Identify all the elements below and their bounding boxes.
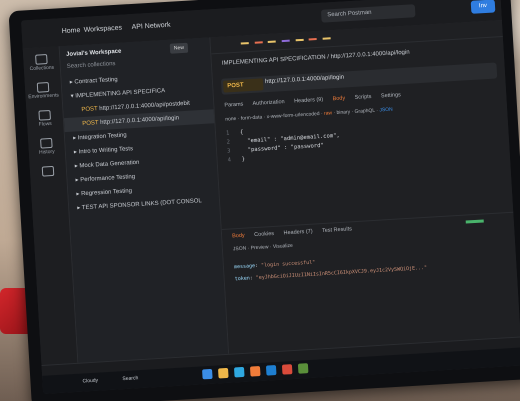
grid-icon <box>41 165 55 177</box>
tab-marker <box>308 38 318 41</box>
request-tabs: Params Authorization Headers (9) Body Sc… <box>224 92 409 109</box>
new-button[interactable]: New <box>169 42 189 54</box>
resp-tab-body[interactable]: Body <box>232 233 245 240</box>
windows-start-icon[interactable] <box>202 368 213 380</box>
breadcrumb: IMPLEMENTING API SPECIFICATION / http://… <box>221 49 410 67</box>
url-bar: POST http://127.0.0.1:4000/api/login <box>220 62 498 95</box>
tab-marker <box>240 42 249 45</box>
post-method-tag: POST <box>82 120 99 128</box>
resp-tab-headers[interactable]: Headers (7) <box>283 229 312 237</box>
collections-icon <box>35 54 48 65</box>
nav-api-network[interactable]: API Network <box>131 22 170 31</box>
app-icon[interactable] <box>297 363 309 374</box>
tree-item-label: Regression Testing <box>80 188 133 198</box>
rail-more[interactable] <box>32 162 65 190</box>
method-select[interactable]: POST <box>222 78 264 93</box>
invite-button[interactable]: Inv <box>470 0 496 14</box>
tab-scripts[interactable]: Scripts <box>355 94 372 101</box>
body-opt-graphql[interactable]: GraphQL <box>354 108 375 115</box>
resp-key: token <box>234 275 250 283</box>
tree-item-label: Performance Testing <box>80 174 136 184</box>
request-body-editor[interactable]: 1{ 2 "email" : "admin@email.com", 3 "pas… <box>226 114 502 200</box>
tab-marker <box>268 40 277 44</box>
body-type-options: none · form-data · x-www-form-urlencoded… <box>225 106 393 123</box>
taskbar-weather[interactable]: Cloudy <box>82 378 98 385</box>
tab-headers[interactable]: Headers (9) <box>294 97 323 105</box>
status-indicator <box>465 219 484 224</box>
body-opt-form-data[interactable]: form-data <box>241 114 263 121</box>
code-line: { <box>239 129 244 136</box>
collection-tree: ▸ Contract Testing ▾ IMPLEMENTING API SP… <box>61 67 219 216</box>
tab-marker <box>322 37 331 41</box>
file-explorer-icon[interactable] <box>218 367 229 379</box>
resp-tab-cookies[interactable]: Cookies <box>254 231 274 238</box>
rail-environments[interactable]: Environments <box>27 78 60 106</box>
tab-authorization[interactable]: Authorization <box>252 99 284 107</box>
tab-settings[interactable]: Settings <box>381 92 401 99</box>
rail-label: Collections <box>29 64 55 73</box>
tree-item-label: Intro to Writing Tests <box>78 146 134 156</box>
rail-collections[interactable]: Collections <box>25 50 58 78</box>
tab-marker <box>295 39 304 42</box>
tree-item-label: http://127.0.0.1:4000/api/postdebit <box>99 100 191 113</box>
tree-item-label: Mock Data Generation <box>79 159 140 170</box>
rail-label: History <box>38 148 55 156</box>
body-opt-binary[interactable]: binary <box>336 109 350 116</box>
rail-label: Environments <box>28 92 60 101</box>
body-opt-none[interactable]: none <box>225 116 236 123</box>
resp-json-select[interactable]: JSON <box>233 246 247 253</box>
code-line: "password" : "password" <box>240 142 324 154</box>
response-body: message: "login successful" token: "eyJh… <box>234 253 428 288</box>
tab-params[interactable]: Params <box>224 102 243 109</box>
tree-item-label: TEST API SPONSOR LINKS (DOT CONSOL <box>81 198 202 212</box>
request-panel: IMPLEMENTING API SPECIFICATION / http://… <box>210 20 520 365</box>
resp-preview[interactable]: Preview <box>251 244 269 251</box>
tab-marker <box>254 41 263 45</box>
tab-body[interactable]: Body <box>332 95 345 102</box>
code-line: "email" : "admin@email.com", <box>240 132 340 145</box>
sidebar-search-input[interactable]: Search collections <box>67 61 116 70</box>
chrome-icon[interactable] <box>281 364 293 375</box>
tree-item-label: Contract Testing <box>74 76 118 86</box>
resp-tab-tests[interactable]: Test Results <box>322 226 352 234</box>
response-view-options: JSON · Preview · Visualize <box>232 242 294 253</box>
environments-icon <box>36 82 50 93</box>
nav-home[interactable]: Home <box>62 27 81 35</box>
laptop-screen: Home Workspaces API Network Search Postm… <box>21 0 520 394</box>
edge-browser-icon[interactable] <box>233 366 245 378</box>
resp-key: message <box>233 263 256 271</box>
photo-scene: Home Workspaces API Network Search Postm… <box>0 0 520 401</box>
global-search-input[interactable]: Search Postman <box>320 4 416 23</box>
rail-flows[interactable]: Flows <box>28 106 61 134</box>
code-line: } <box>241 156 246 163</box>
resp-value: "login successful" <box>260 259 316 269</box>
tree-item-label: IMPLEMENTING API SPECIFICA <box>75 88 166 100</box>
laptop: Home Workspaces API Network Search Postm… <box>8 0 520 401</box>
body-format-select[interactable]: JSON <box>379 107 393 114</box>
post-method-tag: POST <box>81 106 98 114</box>
vscode-icon[interactable] <box>265 365 277 376</box>
url-input[interactable]: http://127.0.0.1:4000/api/login <box>265 75 344 86</box>
history-icon <box>40 137 53 149</box>
body-opt-urlencoded[interactable]: x-www-form-urlencoded <box>266 111 319 120</box>
taskbar-search[interactable]: Search <box>122 375 138 382</box>
tree-item-label: http://127.0.0.1:4000/api/login <box>99 115 180 127</box>
resp-visualize[interactable]: Visualize <box>273 243 293 250</box>
open-tabs[interactable] <box>240 36 335 48</box>
rail-history[interactable]: History <box>30 134 63 162</box>
workspace-title: Jovial's Workspace <box>65 48 122 58</box>
nav-workspaces[interactable]: Workspaces <box>84 25 123 34</box>
postman-icon[interactable] <box>249 365 261 377</box>
body-opt-raw[interactable]: raw <box>324 110 332 116</box>
collections-sidebar: Jovial's Workspace New Search collection… <box>59 37 230 374</box>
flows-icon <box>38 109 51 121</box>
tree-item-label: Integration Testing <box>77 132 127 142</box>
rail-label: Flows <box>38 120 52 128</box>
tab-marker <box>281 40 290 43</box>
